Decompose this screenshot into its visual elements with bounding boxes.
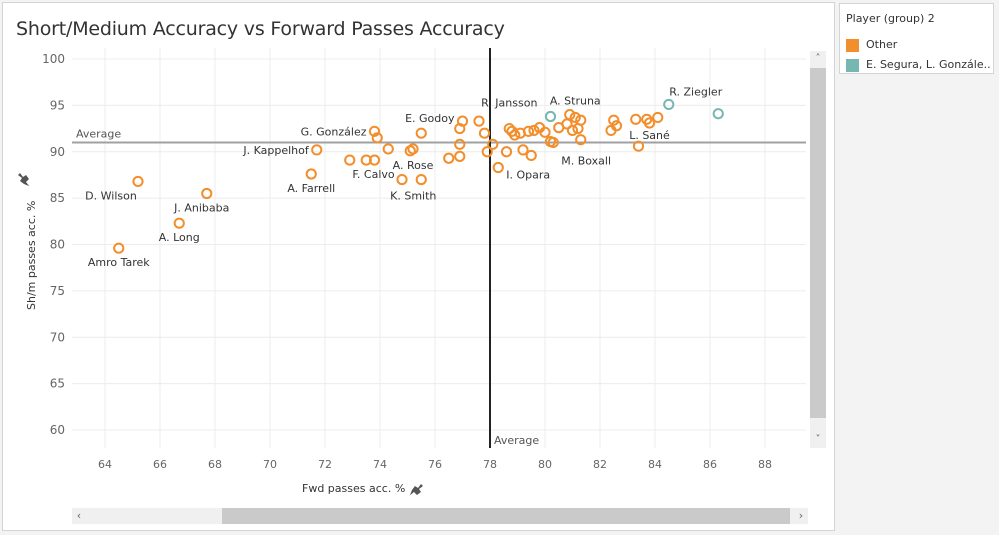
- x-tick-label: 64: [98, 458, 112, 471]
- y-tick-label: 60: [50, 423, 65, 437]
- point-label: F. Calvo: [352, 168, 395, 181]
- x-tick-label: 80: [538, 458, 552, 471]
- legend-label: E. Segura, L. Gonzále..: [866, 58, 991, 71]
- y-axis-label: Sh/m passes acc. %: [25, 201, 38, 310]
- scroll-down-icon[interactable]: ˅: [810, 432, 826, 448]
- point-label: A. Struna: [550, 94, 601, 107]
- point-label: J. Anibaba: [173, 201, 229, 214]
- y-axis-ticks: 60 65 70 75 80 85 90 95 100: [42, 52, 65, 437]
- color-legend: Player (group) 2 Other E. Segura, L. Gon…: [839, 3, 994, 74]
- legend-label: Other: [866, 38, 898, 51]
- x-tick-label: 66: [153, 458, 167, 471]
- x-tick-label: 78: [483, 458, 497, 471]
- x-axis-pin-icon[interactable]: [409, 484, 423, 496]
- x-tick-label: 84: [648, 458, 662, 471]
- y-tick-label: 100: [42, 52, 65, 66]
- x-axis-label: Fwd passes acc. %: [302, 482, 405, 495]
- point-label: R. Ziegler: [669, 85, 722, 98]
- point-label: L. Sané: [629, 129, 670, 142]
- y-tick-label: 75: [50, 284, 65, 298]
- point-label: A. Farrell: [287, 182, 335, 195]
- y-tick-label: 70: [50, 330, 65, 344]
- vertical-scroll-thumb[interactable]: [810, 68, 826, 418]
- x-tick-label: 86: [703, 458, 717, 471]
- point-label: K. Smith: [390, 190, 436, 203]
- x-tick-label: 72: [318, 458, 332, 471]
- y-tick-label: 85: [50, 191, 65, 205]
- plot-area: [72, 48, 806, 448]
- x-axis-ticks: 64 66 68 70 72 74 76 78 80 82 84 86 88: [98, 458, 772, 471]
- point-label: A. Rose: [393, 159, 434, 172]
- scatter-plot[interactable]: 60 65 70 75 80 85 90 95 100 64 66 68 70 72 74 76 78 80 82…: [0, 0, 999, 535]
- point-label: I. Opara: [506, 169, 550, 182]
- horizontal-scrollbar[interactable]: ‹ ›: [72, 508, 808, 524]
- point-label: Amro Tarek: [88, 256, 150, 269]
- x-tick-label: 74: [373, 458, 387, 471]
- x-tick-label: 82: [593, 458, 607, 471]
- y-tick-label: 80: [50, 238, 65, 252]
- x-tick-label: 76: [428, 458, 442, 471]
- point-label: A. Long: [159, 231, 200, 244]
- y-tick-label: 65: [50, 377, 65, 391]
- x-tick-label: 70: [263, 458, 277, 471]
- point-label: R. Jansson: [481, 97, 537, 110]
- gridlines: [72, 48, 806, 448]
- scroll-right-icon[interactable]: ›: [794, 508, 808, 524]
- point-label: J. Kappelhof: [242, 144, 309, 157]
- horizontal-scroll-thumb[interactable]: [222, 508, 790, 524]
- scroll-up-icon[interactable]: ˄: [810, 51, 826, 67]
- x-tick-label: 88: [758, 458, 772, 471]
- x-tick-label: 68: [208, 458, 222, 471]
- average-label-vertical: Average: [494, 434, 539, 447]
- point-label: E. Godoy: [405, 112, 455, 125]
- legend-item-segura-group[interactable]: E. Segura, L. Gonzále..: [846, 58, 991, 72]
- legend-swatch-icon: [846, 58, 859, 72]
- y-axis-pin-icon[interactable]: [18, 173, 30, 187]
- legend-swatch-icon: [846, 38, 859, 52]
- y-tick-label: 95: [50, 98, 65, 112]
- legend-item-other[interactable]: Other: [846, 38, 897, 52]
- legend-title: Player (group) 2: [846, 12, 935, 25]
- point-label: G. González: [301, 125, 367, 138]
- vertical-scrollbar[interactable]: ˄ ˅: [810, 51, 826, 448]
- average-label-horizontal: Average: [76, 127, 121, 140]
- y-tick-label: 90: [50, 145, 65, 159]
- scroll-left-icon[interactable]: ‹: [72, 508, 86, 524]
- point-label: D. Wilson: [85, 189, 137, 202]
- point-label: M. Boxall: [561, 154, 611, 167]
